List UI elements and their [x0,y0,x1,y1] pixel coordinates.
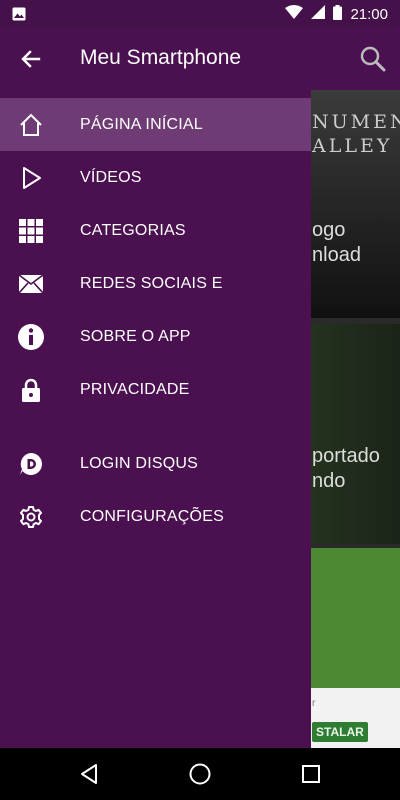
ad-text: r [312,698,316,709]
back-arrow-icon[interactable] [18,46,44,72]
gear-icon [17,503,45,531]
battery-icon [333,4,343,24]
install-button[interactable]: STALAR [312,722,368,742]
ad-image [310,548,400,688]
drawer-item-privacy[interactable]: PRIVACIDADE [0,363,311,416]
card-title: portado ndo [312,445,380,492]
signal-icon [311,5,326,23]
disqus-icon [17,450,45,478]
drawer-item-label: SOBRE O APP [80,327,191,345]
card-logo-text: NUMEN ALLEY [312,111,400,157]
app-bar: Meu Smartphone [0,28,400,90]
drawer-item-settings[interactable]: CONFIGURAÇÕES [0,490,311,543]
nav-recents-icon[interactable] [299,762,323,786]
home-icon [17,111,45,139]
image-notification-icon [12,7,26,26]
app-title: Meu Smartphone [80,46,242,69]
drawer-item-label: VÍDEOS [80,168,142,186]
drawer-item-about[interactable]: SOBRE O APP [0,310,311,363]
nav-back-icon[interactable] [78,762,102,786]
drawer-item-home[interactable]: PÁGINA INÍCIAL [0,98,311,151]
mail-icon [17,270,45,298]
drawer-item-label: CONFIGURAÇÕES [80,507,224,525]
lock-icon [17,376,45,404]
navigation-drawer: PÁGINA INÍCIAL VÍDEOS CATEGORIAS REDES S… [0,90,311,748]
status-bar: 21:00 [0,0,400,28]
drawer-item-categories[interactable]: CATEGORIAS [0,204,311,257]
system-nav-bar [0,748,400,800]
play-icon [17,164,45,192]
search-icon[interactable] [358,44,388,74]
drawer-item-videos[interactable]: VÍDEOS [0,151,311,204]
drawer-item-label: CATEGORIAS [80,221,186,239]
wifi-icon [285,5,304,23]
info-icon [17,323,45,351]
drawer-item-label: LOGIN DISQUS [80,454,198,472]
drawer-item-label: PÁGINA INÍCIAL [80,115,203,133]
drawer-item-label: REDES SOCIAIS E [80,274,223,292]
drawer-item-social[interactable]: REDES SOCIAIS E [0,257,311,310]
drawer-item-disqus-login[interactable]: LOGIN DISQUS [0,437,311,490]
card-title: ogo nload [312,219,361,266]
grid-icon [17,217,45,245]
drawer-item-label: PRIVACIDADE [80,380,190,398]
nav-home-icon[interactable] [188,762,212,786]
status-time: 21:00 [350,5,388,23]
